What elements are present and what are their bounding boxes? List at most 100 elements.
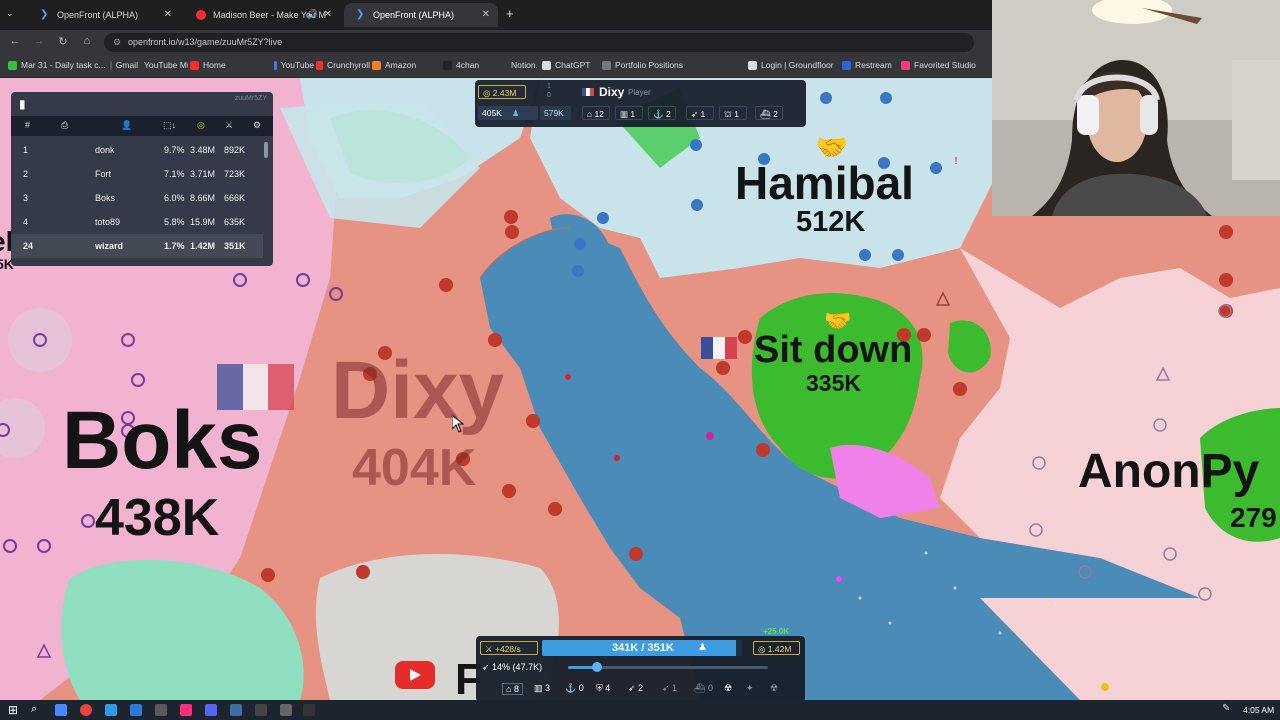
webcam-overlay: [992, 0, 1280, 216]
player-column-icon[interactable]: 👤: [121, 120, 132, 131]
territory-cell: 9.7%: [164, 145, 185, 155]
silos-chip: ⛫ 1: [719, 106, 747, 120]
close-tab-icon[interactable]: ✕: [324, 9, 332, 20]
build-silo-button[interactable]: ➶ 1: [662, 683, 677, 694]
search-icon[interactable]: ⌕: [31, 703, 37, 716]
taskbar-app-icon[interactable]: [205, 704, 217, 716]
troop-rate-chip: ⚔ +428/s: [480, 641, 538, 655]
close-tab-icon[interactable]: ✕: [164, 9, 172, 20]
bookmark-item[interactable]: Mar 31 - Daily task c...: [8, 60, 108, 70]
tab-search-button[interactable]: ⌄: [6, 8, 14, 19]
openfront-favicon-icon: ❯: [40, 9, 49, 20]
taskbar-app-icon[interactable]: [180, 704, 192, 716]
leaderboard-row[interactable]: 4 toto89 5.8% 15.9M 635K: [11, 210, 263, 234]
name-cell: Boks: [95, 193, 116, 203]
player-info-panel: ◎ 2.43M 1 0 Dixy Player 405K ♟ 579K ⌂ 12 …: [475, 80, 806, 127]
build-defense-button[interactable]: ⛨ 4: [596, 683, 610, 694]
bookmark-item[interactable]: Home: [190, 60, 272, 70]
bookmark-item[interactable]: Crunchyroll: [316, 60, 370, 70]
nuke-button[interactable]: ☢: [724, 683, 732, 694]
reload-icon[interactable]: ↻: [55, 35, 71, 48]
bookmark-item[interactable]: 4chan: [443, 60, 505, 70]
troops-column-icon[interactable]: ⚔: [225, 120, 233, 131]
settings-gear-icon[interactable]: ⚙: [253, 120, 261, 131]
player-troops-boks: 438K: [95, 489, 220, 547]
taskbar-app-icon[interactable]: [130, 704, 142, 716]
build-missile-button[interactable]: ➶ 2: [628, 683, 643, 694]
leaderboard-toggle-icon[interactable]: ▮: [19, 97, 26, 111]
taskbar-app-icon[interactable]: [155, 704, 167, 716]
taskbar-app-icon[interactable]: [303, 704, 315, 716]
youtube-favicon-icon: [196, 10, 206, 20]
troop-bar-icon: ♟: [698, 642, 707, 653]
ports-chip: ⚓ 2: [648, 106, 676, 120]
bookmark-item[interactable]: ChatGPT: [542, 60, 600, 70]
openfront-favicon-icon: ❯: [356, 9, 365, 20]
leaderboard-row-self[interactable]: 24 wizard 1.7% 1.42M 351K: [11, 234, 263, 258]
cities-chip: ⌂ 12: [582, 106, 610, 120]
build-warship-button[interactable]: ⛴ 0: [694, 683, 713, 694]
bookmark-item[interactable]: Login | Groundfloor: [748, 60, 838, 70]
home-icon[interactable]: ⌂: [79, 35, 95, 47]
start-button-icon[interactable]: ⊞: [8, 703, 18, 717]
pen-icon[interactable]: ✎: [1222, 703, 1230, 714]
player-name-hamibal: Hamibal: [735, 157, 914, 209]
bookmark-item[interactable]: Gmail: [110, 60, 138, 70]
bookmark-item[interactable]: Portfolio Positions: [602, 60, 744, 70]
territory-cell: 5.8%: [164, 217, 185, 227]
leaderboard-row[interactable]: 3 Boks 6.0% 8.66M 666K: [11, 186, 263, 210]
bookmark-item[interactable]: Amazon: [372, 60, 442, 70]
troops-cell: 666K: [224, 193, 246, 203]
leaderboard-row[interactable]: 2 Fort 7.1% 3.71M 723K: [11, 162, 263, 186]
gold-amount: 1.42M: [767, 644, 792, 654]
bookmark-item[interactable]: Notion.so: [507, 60, 537, 70]
bookmark-item[interactable]: YouTube: [274, 60, 314, 70]
build-factory-button[interactable]: ▥ 3: [534, 683, 550, 694]
player-name-boks: Boks: [62, 395, 263, 486]
name-cell: donk: [95, 145, 115, 155]
attack-ratio-slider[interactable]: [568, 662, 768, 672]
taskbar-app-icon[interactable]: [55, 704, 67, 716]
territory-sort-icon[interactable]: ⬚↓: [163, 120, 176, 131]
close-tab-icon[interactable]: ✕: [482, 9, 490, 20]
bookmark-label: Favorited Studio: [914, 60, 976, 70]
taskbar-app-icon[interactable]: [255, 704, 267, 716]
browser-tab-1[interactable]: ❯ OpenFront (ALPHA) ✕: [28, 3, 180, 27]
address-bar[interactable]: ⚙ openfront.io/w13/game/zuuMr5ZY?live: [104, 33, 974, 52]
site-info-icon[interactable]: ⚙: [113, 33, 121, 52]
attack-ratio-knob[interactable]: [592, 662, 602, 672]
leaderboard-row[interactable]: 1 donk 9.7% 3.48M 892K: [11, 138, 263, 162]
warships-count: 2: [773, 109, 778, 119]
bookmark-item[interactable]: YouTube Music: [140, 60, 188, 70]
taskbar-app-icon[interactable]: [105, 704, 117, 716]
forward-icon[interactable]: →: [31, 35, 47, 47]
factories-chip: ▥ 1: [615, 106, 643, 120]
taskbar-app-icon[interactable]: [230, 704, 242, 716]
gold-value: 2.43M: [492, 88, 517, 98]
back-icon[interactable]: ←: [7, 35, 23, 47]
bookmark-item[interactable]: Favorited Studio: [901, 60, 993, 70]
name-cell: Fort: [95, 169, 112, 179]
hydrogen-bomb-button[interactable]: ☢: [770, 683, 778, 694]
bookmark-label: Notion.so: [511, 60, 537, 70]
gold-cell: 8.66M: [190, 193, 216, 203]
tab-title: OpenFront (ALPHA): [57, 10, 139, 20]
browser-tab-2[interactable]: Madison Beer - Make You M 🔊 ✕: [184, 3, 340, 27]
chrome-taskbar-icon[interactable]: [80, 704, 92, 716]
leaderboard-scrollbar[interactable]: [264, 142, 268, 158]
settings-taskbar-icon[interactable]: [280, 704, 292, 716]
bookmark-label: Crunchyroll: [327, 60, 370, 70]
build-bar: ⌂ 8 ▥ 3 ⚓ 0 ⛨ 4 ➶ 2 ➶ 1 ⛴ 0 ☢ ✦ ☢: [502, 680, 792, 698]
gold-chip-bottom: ◎ 1.42M: [753, 641, 800, 655]
new-tab-icon[interactable]: +: [506, 6, 514, 21]
build-city-button[interactable]: ⌂ 8: [502, 683, 523, 695]
gold-column-icon[interactable]: ◎: [197, 120, 205, 131]
audio-playing-icon[interactable]: 🔊: [307, 9, 318, 20]
build-port-button[interactable]: ⚓ 0: [565, 683, 584, 694]
build-factory-count: 3: [545, 683, 551, 693]
browser-tab-3[interactable]: ❯ OpenFront (ALPHA) ✕: [344, 3, 498, 27]
flag-column-icon[interactable]: ⎙: [61, 120, 68, 131]
mirv-button[interactable]: ✦: [746, 683, 754, 694]
bookmark-item[interactable]: Restream: [842, 60, 900, 70]
clock-time: 4:05 AM: [1243, 705, 1275, 715]
